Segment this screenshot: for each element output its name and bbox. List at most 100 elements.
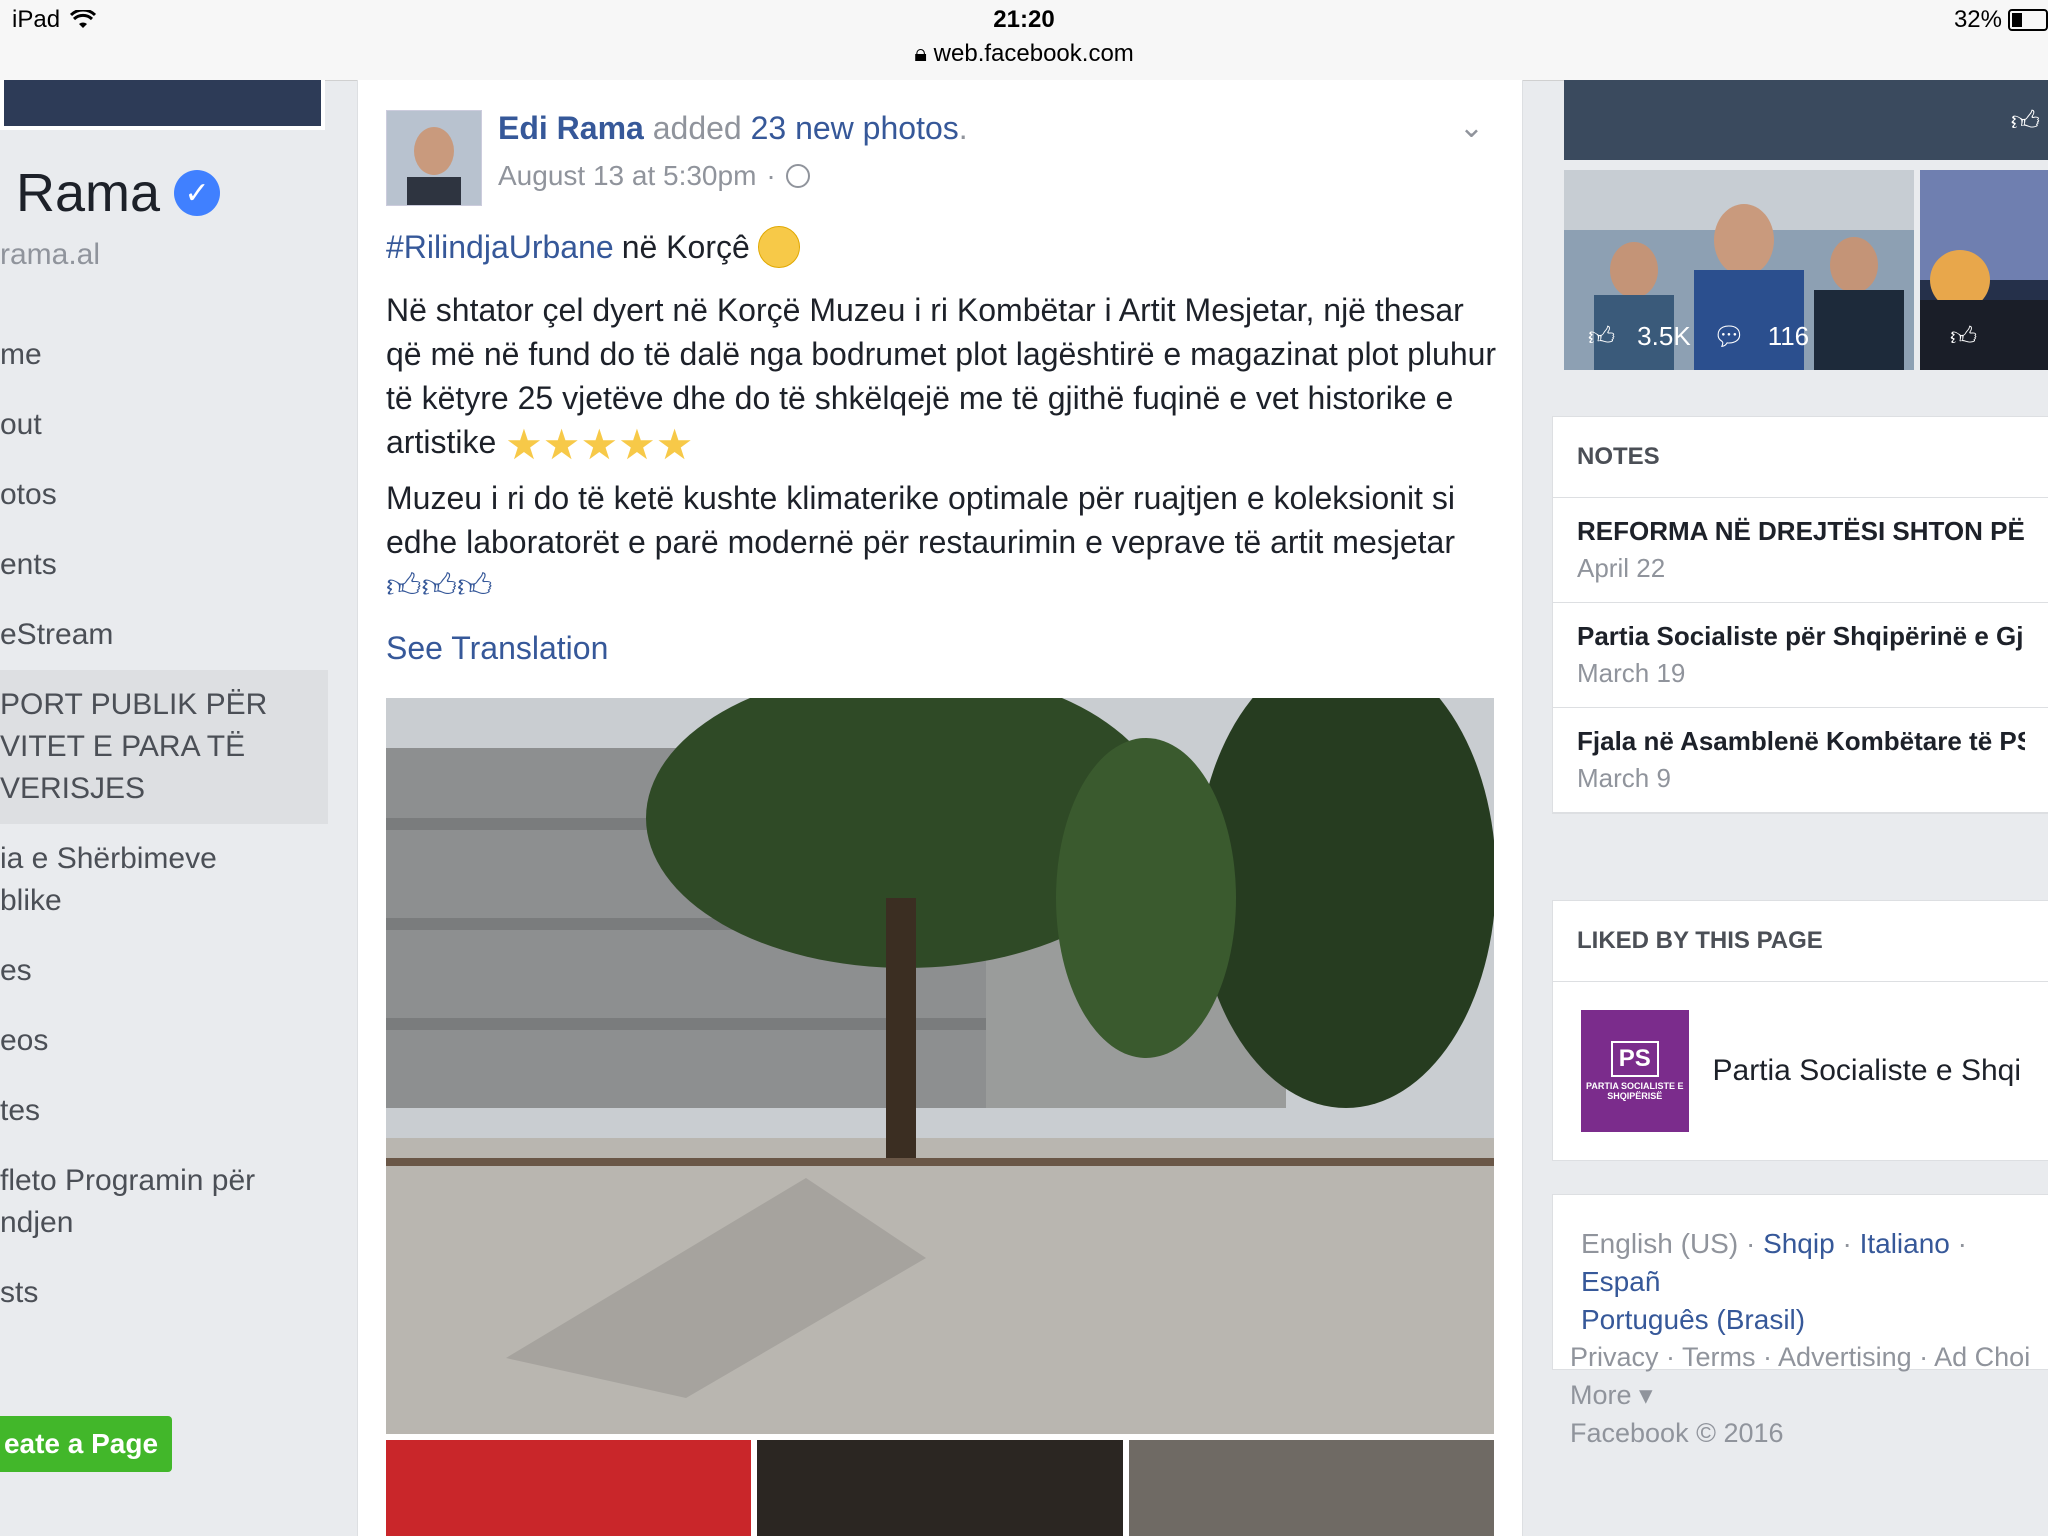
liked-page-name[interactable]: Partia Socialiste e Shqi [1713,1054,2022,1088]
page-handle[interactable]: rama.al [0,238,100,272]
separator: · [1834,1228,1860,1259]
avatar-photo [387,111,481,205]
hashtag-link[interactable]: #RilindjaUrbane [386,229,614,266]
url-text: web.facebook.com [933,40,1134,67]
language-link-italiano[interactable]: Italiano [1860,1228,1950,1259]
museum-construction-photo [386,698,1494,1434]
post-hashtag-line: #RilindjaUrbane në Korçê [386,226,800,268]
liked-title: LIKED BY THIS PAGE [1553,901,2048,982]
notes-card: NOTES REFORMA NË DREJTËSI SHTON PËR April… [1552,416,2048,814]
post-options-chevron-icon[interactable]: ⌄ [1459,110,1484,145]
battery-icon [2008,9,2048,31]
footer-adchoices-link[interactable]: Ad Choi [1934,1342,2030,1372]
photo-thumbnails: 👍︎ 3.5K 💬︎ 116 👍︎ [1564,170,2048,370]
post-card: Edi Rama added 23 new photos. August 13 … [357,80,1523,1536]
liked-by-page-card: LIKED BY THIS PAGE PS PARTIA SOCIALISTE … [1552,900,2048,1161]
create-page-button[interactable]: eate a Page [0,1416,172,1472]
post-photo-thumbnails [386,1440,1494,1536]
language-link-espanol[interactable]: Españ [1581,1266,1660,1297]
photo-thumbnail[interactable]: 👍︎ 3.5K 💬︎ 116 [1564,170,1914,370]
sidebar-nav-item[interactable]: ents [0,530,328,600]
footer-copyright: Facebook © 2016 [1570,1418,1784,1448]
smiley-emoji-icon [757,226,800,268]
post-paragraph-2: Muzeu i ri do të ketë kushte klimaterike… [386,476,1506,608]
post-paragraph-1: Në shtator çel dyert në Korçë Muzeu i ri… [386,288,1506,467]
post-timestamp[interactable]: August 13 at 5:30pm · [498,160,810,192]
hashtag-rest: në Korçê [621,228,750,265]
liked-page-item[interactable]: PS PARTIA SOCIALISTE E SHQIPËRISË Partia… [1553,982,2048,1160]
sidebar-nav-item[interactable]: me [0,320,328,390]
language-link-shqip[interactable]: Shqip [1763,1228,1835,1259]
comment-icon: 💬︎ [1712,321,1746,351]
sidebar-nav-item[interactable]: out [0,390,328,460]
header-period: . [958,110,968,146]
sidebar-nav-item[interactable]: PORT PUBLIK PËR VITET E PARA TË VERISJES [0,670,328,824]
thumbs-up-emoji-icon: 👍︎👍︎👍︎ [386,567,493,605]
profile-picture[interactable] [0,80,325,130]
left-sidebar: Rama ✓ rama.al me out otos ents eStream PORT … [0,80,340,1536]
sidebar-nav-item[interactable]: sts [0,1258,328,1328]
note-date: March 19 [1577,658,1686,688]
battery-percent: 32% [1953,6,2002,33]
ps-logo: PS PARTIA SOCIALISTE E SHQIPËRISË [1581,1010,1689,1132]
ps-logo-text: PS [1610,1041,1659,1077]
note-item[interactable]: Partia Socialiste për Shqipërinë e Gj Mar… [1553,603,2048,708]
note-item[interactable]: REFORMA NË DREJTËSI SHTON PËR April 22 [1553,498,2048,603]
post-main-photo[interactable] [386,698,1494,1434]
note-title: Fjala në Asamblenë Kombëtare të PS [1577,726,2025,756]
address-bar[interactable]: 🔒︎ web.facebook.com [0,40,2048,68]
footer-more-link[interactable]: More [1570,1380,1632,1410]
photo-thumbnail[interactable] [757,1440,1123,1536]
clock: 21:20 [993,6,1055,33]
footer-advertising-link[interactable]: Advertising [1778,1342,1912,1372]
note-title: REFORMA NË DREJTËSI SHTON PËR [1577,516,2025,546]
footer-terms-link[interactable]: Terms [1682,1342,1756,1372]
footer-links: Privacy · Terms · Advertising · Ad Choi … [1570,1338,2048,1452]
sidebar-nav-item[interactable]: ia e Shërbimeve blike [0,824,328,936]
photo-engagement-counts: 👍︎ 3.5K 💬︎ 116 [1588,321,1809,352]
like-icon: 👍︎ [1588,321,1616,351]
timestamp-text: August 13 at 5:30pm [498,160,757,191]
ps-logo-subtext: PARTIA SOCIALISTE E SHQIPËRISË [1585,1081,1684,1101]
sidebar-nav-item[interactable]: tes [0,1076,328,1146]
photo-thumbnail[interactable]: 👍︎ [1920,170,2048,370]
sidebar-nav-item[interactable]: es [0,936,328,1006]
post-action: added [652,110,742,146]
note-item[interactable]: Fjala në Asamblenë Kombëtare të PS March … [1553,708,2048,813]
sidebar-nav-item[interactable]: otos [0,460,328,530]
page-name-text: Rama [16,163,161,223]
more-caret-icon: ▾ [1631,1380,1653,1410]
language-link-portugues[interactable]: Português (Brasil) [1581,1304,1805,1335]
verified-badge-icon: ✓ [174,170,221,216]
lock-icon: 🔒︎ [914,40,927,67]
star-emoji-icon: ★★★★★ [505,420,694,468]
battery-indicator: 32% [1954,6,2048,34]
page-nav: me out otos ents eStream PORT PUBLIK PËR VITE… [0,320,328,1328]
globe-icon [785,164,810,188]
sidebar-nav-item[interactable]: eos [0,1006,328,1076]
photos-link[interactable]: 23 new photos [751,110,959,146]
ios-status-bar: iPad 21:20 🔒︎ web.facebook.com 32% [0,0,2048,81]
photo-like-count: 3.5K [1637,321,1691,351]
photo-comment-count: 116 [1767,321,1810,351]
author-name[interactable]: Edi Rama [498,110,644,146]
note-date: March 9 [1577,763,1671,793]
footer-privacy-link[interactable]: Privacy [1570,1342,1659,1372]
note-title: Partia Socialiste për Shqipërinë e Gj [1577,621,2024,651]
notes-title: NOTES [1553,417,2048,498]
right-sidebar: 👍︎ 👍︎ 3.5K 💬︎ 116 👍︎ NOTES REFORMA NË DR… [1552,80,2048,1536]
separator: · [1658,1342,1683,1372]
photo-thumbnail[interactable] [386,1440,752,1536]
sidebar-nav-item[interactable]: fleto Programin për ndjen [0,1146,328,1258]
sidebar-nav-item[interactable]: eStream [0,600,328,670]
like-icon: 👍︎ [1950,321,1978,351]
paragraph-2-text: Muzeu i ri do të ketë kushte klimaterike… [386,480,1455,560]
see-translation-link[interactable]: See Translation [386,630,608,667]
separator: · [1738,1228,1764,1259]
separator: · [1949,1228,1967,1259]
video-thumbnail-strip[interactable]: 👍︎ [1564,80,2048,160]
author-avatar[interactable] [386,110,482,206]
page-name[interactable]: Rama ✓ [16,162,221,224]
timestamp-separator: · [766,160,776,191]
photo-thumbnail[interactable] [1128,1440,1494,1536]
